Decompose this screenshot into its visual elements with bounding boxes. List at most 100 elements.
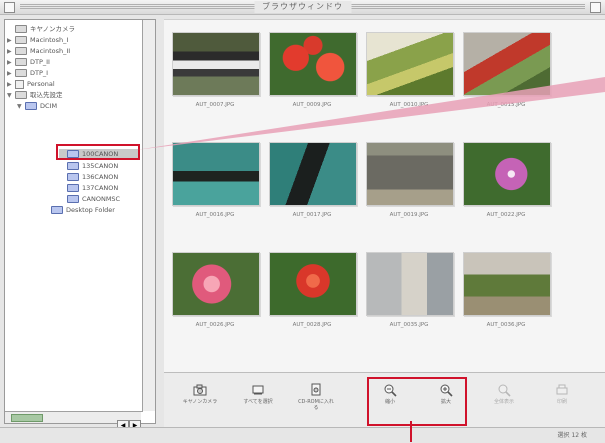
tree-item-137canon[interactable]: 137CANON	[59, 183, 118, 193]
drive-icon	[15, 58, 27, 66]
zoom-box[interactable]	[590, 2, 601, 13]
expander[interactable]: ▼	[7, 91, 15, 101]
zoom-fit-icon	[498, 384, 511, 397]
tree-item-label: Macintosh_II	[30, 47, 71, 55]
toolbar-button-label: CD-ROMに入れる	[298, 399, 334, 411]
tree-item-canonmsc[interactable]: CANONMSC	[59, 194, 120, 204]
folder-tree-panel: キヤノンカメラ ▶ Macintosh_I ▶ Macintosh_II ▶ DTP_…	[4, 19, 156, 431]
thumbnail-label: AUT_0019.JPG	[389, 212, 429, 218]
elephants-photo-icon	[366, 142, 454, 206]
cd-rom-button[interactable]: CD-ROMに入れる	[296, 383, 336, 423]
tree-item-label: Personal	[27, 80, 55, 88]
thumbnail-item[interactable]: AUT_0010.JPG	[362, 28, 456, 118]
thumbnail-label: AUT_0036.JPG	[486, 322, 526, 328]
thumbnail-item[interactable]: AUT_0016.JPG	[168, 138, 262, 228]
close-box[interactable]	[4, 2, 15, 13]
camera-icon	[15, 25, 27, 33]
print-button[interactable]: 印刷	[542, 383, 582, 423]
thumbnail-item[interactable]: AUT_0022.JPG	[459, 138, 553, 228]
tree-item-dcim[interactable]: ▼ DCIM	[17, 101, 57, 111]
red-bloom-photo-icon	[269, 252, 357, 316]
status-bar: 選択 12 枚	[0, 427, 605, 443]
fit-view-button[interactable]: 全体表示	[484, 383, 524, 423]
tree-item-label: DTP_I	[30, 69, 49, 77]
thumbnail-item[interactable]: AUT_0009.JPG	[265, 28, 359, 118]
thumbnail-label: AUT_0028.JPG	[292, 322, 332, 328]
thumbnail-item[interactable]: AUT_0026.JPG	[168, 248, 262, 338]
pink-rose-photo-icon	[172, 252, 260, 316]
expander[interactable]: ▶	[7, 47, 15, 57]
red-flowers-photo-icon	[269, 32, 357, 96]
seal-photo-icon	[269, 142, 357, 206]
thumbnail-item[interactable]: AUT_0028.JPG	[265, 248, 359, 338]
thumbnail-item[interactable]: AUT_0007.JPG	[168, 28, 262, 118]
tree-item-label: CANONMSC	[82, 195, 121, 203]
tree-item-macintosh-1[interactable]: ▶ Macintosh_I	[7, 35, 68, 45]
drive-icon	[15, 69, 27, 77]
camera-icon	[193, 384, 207, 396]
tree-item-label: 136CANON	[82, 173, 119, 181]
thumbnail-label: AUT_0010.JPG	[389, 102, 429, 108]
callout-line-zoom	[410, 421, 412, 442]
scroll-thumb[interactable]	[11, 414, 43, 422]
tree-item-label: Macintosh_I	[30, 36, 69, 44]
thumbnail-label: AUT_0009.JPG	[292, 102, 332, 108]
building-photo-icon	[366, 252, 454, 316]
toolbar-button-label: 全体表示	[493, 399, 514, 405]
tree-item-dtp-2[interactable]: ▶ DTP_II	[7, 57, 50, 67]
thumbnail-item[interactable]: AUT_0036.JPG	[459, 248, 553, 338]
tree-item-135canon[interactable]: 135CANON	[59, 161, 118, 171]
thumbnail-item[interactable]: AUT_0035.JPG	[362, 248, 456, 338]
tree-item-label: 135CANON	[82, 162, 119, 170]
palm-leaves-photo-icon	[366, 32, 454, 96]
folder-icon	[51, 206, 63, 214]
title-bar[interactable]: ブラウザウィンドウ	[0, 0, 605, 15]
toolbar-button-label: キヤノンカメラ	[182, 399, 218, 405]
drive-icon	[15, 47, 27, 55]
folder-icon	[67, 184, 79, 192]
tree-item-label: キヤノンカメラ	[30, 25, 75, 33]
vertical-scrollbar[interactable]	[142, 20, 155, 411]
expander[interactable]: ▼	[17, 102, 25, 112]
print-icon	[556, 384, 568, 395]
tree-item-personal[interactable]: ▶ Personal	[7, 79, 55, 89]
drive-icon	[15, 36, 27, 44]
tree-item-dtp-1[interactable]: ▶ DTP_I	[7, 68, 48, 78]
expander[interactable]: ▶	[7, 69, 15, 79]
browser-window: ブラウザウィンドウ キヤノンカメラ ▶ Macintosh_I ▶ Macintos…	[0, 0, 605, 443]
thumbnail-grid: AUT_0007.JPG AUT_0009.JPG AUT_0010.JPG A…	[164, 19, 605, 373]
tree-item-label: 137CANON	[82, 184, 119, 192]
expander[interactable]: ▶	[7, 36, 15, 46]
expander[interactable]: ▶	[7, 80, 15, 90]
select-all-icon	[252, 385, 264, 395]
callout-box-zoom-buttons	[367, 377, 467, 426]
canon-camera-button[interactable]: キヤノンカメラ	[180, 383, 220, 423]
tree-item-desktop-folder[interactable]: Desktop Folder	[43, 205, 115, 215]
window-title: ブラウザウィンドウ	[254, 1, 351, 13]
tree-item-label: 取込先設定	[30, 91, 63, 99]
thumbnail-item[interactable]: AUT_0019.JPG	[362, 138, 456, 228]
park-photo-icon	[463, 252, 551, 316]
tree-item-macintosh-2[interactable]: ▶ Macintosh_II	[7, 46, 70, 56]
drive-icon	[15, 91, 27, 99]
thumbnail-label: AUT_0015.JPG	[486, 102, 526, 108]
toolbar-button-label: 印刷	[556, 399, 567, 405]
select-all-button[interactable]: すべてを選択	[238, 383, 278, 423]
tree-item-136canon[interactable]: 136CANON	[59, 172, 118, 182]
tree-item-label: DCIM	[40, 102, 58, 110]
thumbnail-item[interactable]: AUT_0017.JPG	[265, 138, 359, 228]
callout-box-folder	[56, 144, 140, 160]
sea-lion-photo-icon	[172, 142, 260, 206]
tree-item-import-settings[interactable]: ▼ 取込先設定	[7, 90, 63, 100]
expander[interactable]: ▶	[7, 58, 15, 68]
panda-photo-icon	[172, 32, 260, 96]
thumbnail-label: AUT_0026.JPG	[195, 322, 235, 328]
folder-icon	[67, 162, 79, 170]
thumbnail-item[interactable]: AUT_0015.JPG	[459, 28, 553, 118]
thumbnail-label: AUT_0022.JPG	[486, 212, 526, 218]
folder-icon	[67, 195, 79, 203]
thumbnail-label: AUT_0007.JPG	[195, 102, 235, 108]
folder-icon	[25, 102, 37, 110]
thumbnail-label: AUT_0016.JPG	[195, 212, 235, 218]
tree-item-canon-camera[interactable]: キヤノンカメラ	[7, 24, 75, 34]
